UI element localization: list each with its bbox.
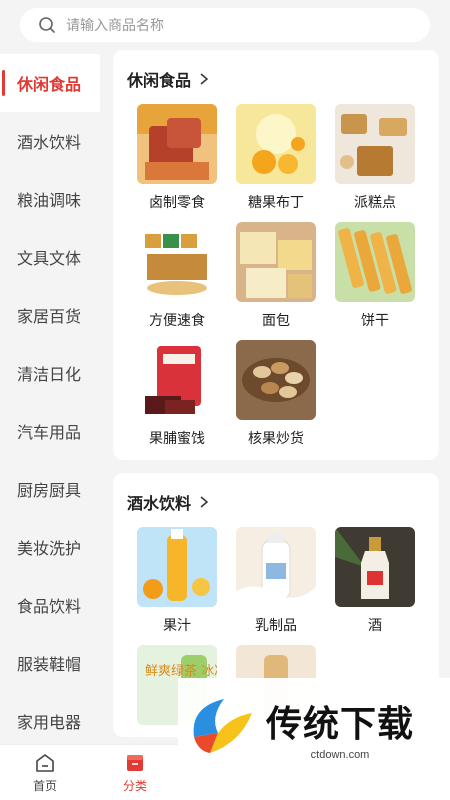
category-tile[interactable]: 卤制零食	[137, 104, 217, 212]
category-tile[interactable]: 果汁	[137, 527, 217, 635]
category-label: 糖果布丁	[248, 194, 304, 210]
nav-label: 首页	[32, 778, 57, 793]
search-bar[interactable]	[20, 8, 430, 42]
chevron-right-icon	[200, 496, 209, 508]
sidebar-item-food-drink[interactable]: 食品饮料	[0, 576, 100, 634]
home-icon	[36, 753, 54, 772]
category-content: 休闲食品 卤制零食 糖果布丁 派糕点 方便速食 面包 饼干 果脯蜜饯 核果炒货 …	[113, 50, 439, 744]
dairy-image	[236, 527, 316, 607]
watermark-title: 传统下载	[266, 704, 415, 745]
sidebar-item-apparel[interactable]: 服装鞋帽	[0, 634, 100, 692]
section-title: 酒水饮料	[127, 496, 192, 513]
watermark-url: ctdown.com	[310, 749, 370, 761]
sidebar-item-auto[interactable]: 汽车用品	[0, 402, 100, 460]
section-header[interactable]: 酒水饮料	[127, 489, 425, 515]
category-sidebar: 休闲食品 酒水饮料 粮油调味 文具文体 家居百货 清洁日化 汽车用品 厨房厨具 …	[0, 54, 100, 744]
nuts-image	[236, 340, 316, 420]
category-tile[interactable]: 派糕点	[335, 104, 415, 212]
nav-label: 分类	[122, 778, 147, 793]
liquor-image	[335, 527, 415, 607]
category-label: 果脯蜜饯	[149, 430, 205, 446]
category-label: 饼干	[361, 312, 389, 328]
sidebar-item-drinks[interactable]: 酒水饮料	[0, 112, 100, 170]
biscuit-image	[335, 222, 415, 302]
dried-fruit-image	[137, 340, 217, 420]
category-label: 核果炒货	[248, 430, 304, 446]
category-label: 方便速食	[149, 312, 205, 328]
pudding-image	[236, 104, 316, 184]
braised-snack-image	[137, 104, 217, 184]
chevron-right-icon	[200, 73, 209, 85]
sidebar-item-appliances[interactable]: 家用电器	[0, 692, 100, 750]
section-header[interactable]: 休闲食品	[127, 66, 425, 92]
category-tile[interactable]: 核果炒货	[236, 340, 316, 448]
sidebar-item-snacks[interactable]: 休闲食品	[0, 54, 100, 112]
bread-image	[236, 222, 316, 302]
sidebar-item-beauty[interactable]: 美妆洗护	[0, 518, 100, 576]
watermark: 传统下载 ctdown.com	[178, 678, 450, 778]
instant-food-image	[137, 222, 217, 302]
category-label: 卤制零食	[149, 194, 205, 210]
category-icon	[127, 754, 143, 771]
pastry-image	[335, 104, 415, 184]
section-snacks: 休闲食品 卤制零食 糖果布丁 派糕点 方便速食 面包 饼干 果脯蜜饯 核果炒货	[113, 50, 439, 460]
category-label: 酒	[368, 617, 382, 633]
category-label: 乳制品	[255, 617, 297, 633]
sidebar-item-kitchen[interactable]: 厨房厨具	[0, 460, 100, 518]
category-tile[interactable]: 糖果布丁	[236, 104, 316, 212]
nav-category[interactable]: 分类	[90, 745, 180, 800]
juice-image	[137, 527, 217, 607]
tea-overlay-text: 鲜爽绿茶 冰凉一夏	[145, 663, 217, 679]
sidebar-item-cleaning[interactable]: 清洁日化	[0, 344, 100, 402]
category-tile[interactable]: 面包	[236, 222, 316, 330]
sidebar-item-stationery[interactable]: 文具文体	[0, 228, 100, 286]
search-icon	[39, 17, 55, 33]
search-area	[0, 0, 450, 50]
category-tile[interactable]: 乳制品	[236, 527, 316, 635]
category-label: 面包	[262, 312, 290, 328]
search-input[interactable]	[66, 17, 406, 33]
section-title: 休闲食品	[127, 73, 192, 90]
category-label: 果汁	[163, 617, 191, 633]
sidebar-item-grain-oil[interactable]: 粮油调味	[0, 170, 100, 228]
category-tile[interactable]: 果脯蜜饯	[137, 340, 217, 448]
category-tile[interactable]: 酒	[335, 527, 415, 635]
sidebar-item-household[interactable]: 家居百货	[0, 286, 100, 344]
category-tile[interactable]: 方便速食	[137, 222, 217, 330]
nav-home[interactable]: 首页	[0, 745, 90, 800]
watermark-logo	[193, 699, 252, 753]
category-tile[interactable]: 饼干	[335, 222, 415, 330]
category-label: 派糕点	[354, 194, 396, 210]
